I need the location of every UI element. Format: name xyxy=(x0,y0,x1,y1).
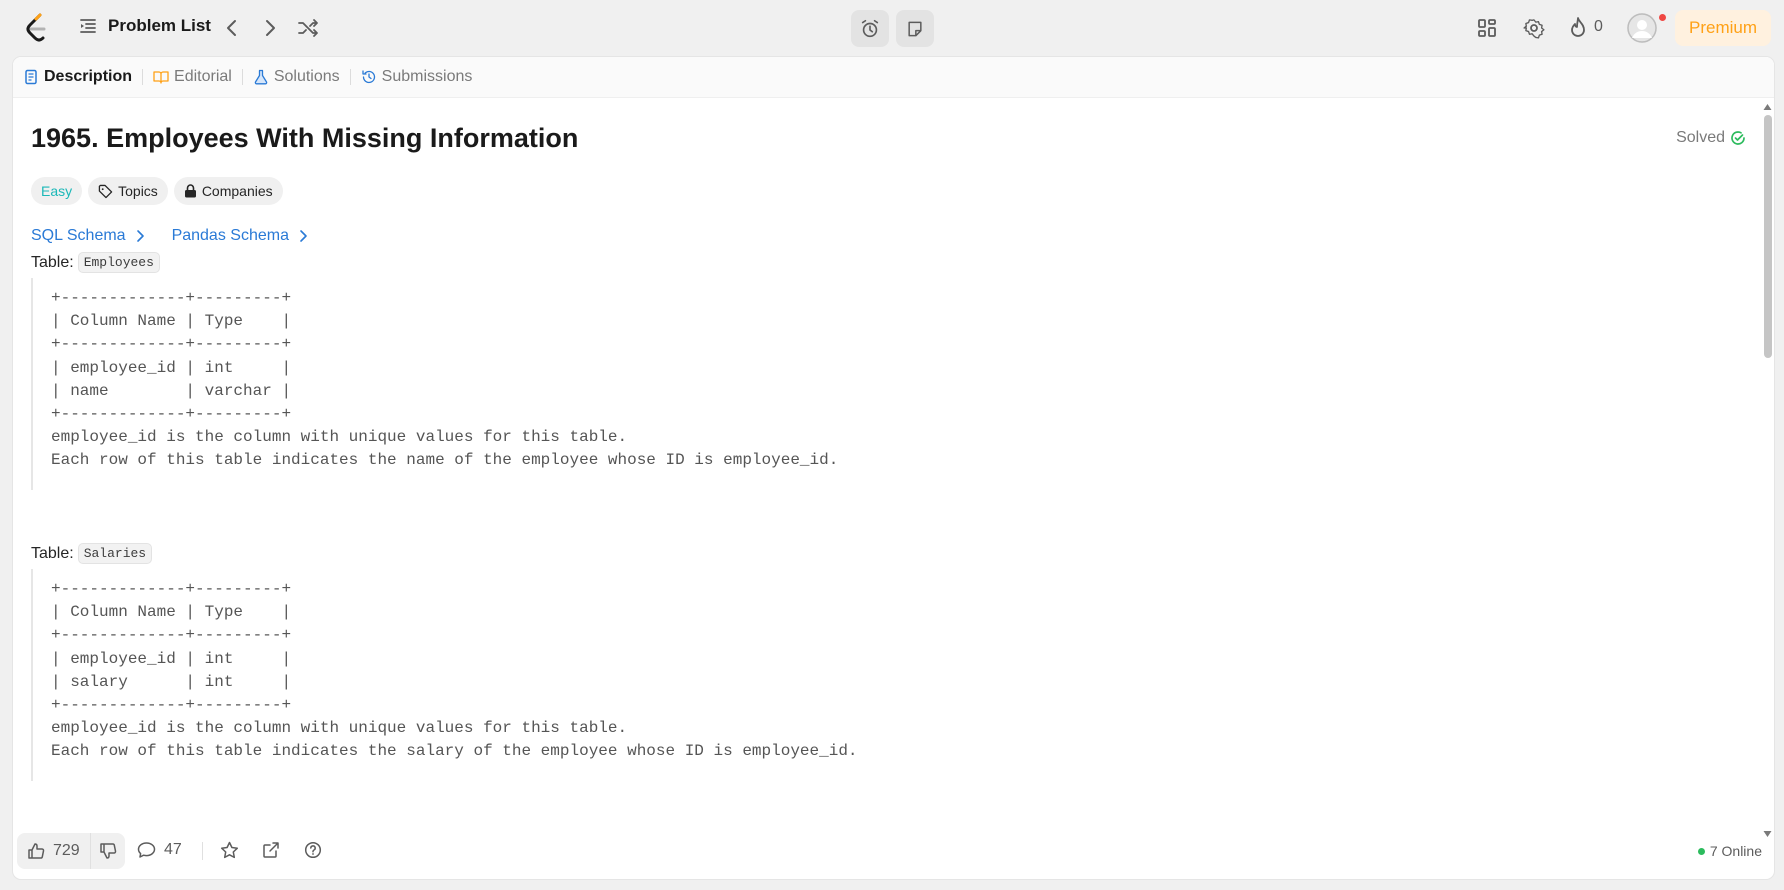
problem-list-label: Problem List xyxy=(108,16,211,35)
thumbs-down-icon xyxy=(99,843,116,859)
top-navbar: Problem List 0 Premium xyxy=(0,0,1784,56)
scrollbar[interactable] xyxy=(1763,103,1772,838)
tab-label: Description xyxy=(44,68,133,85)
schema-links: SQL Schema Pandas Schema xyxy=(31,227,309,245)
premium-button[interactable]: Premium xyxy=(1675,10,1771,46)
comments-button[interactable]: 47 xyxy=(137,841,182,859)
lock-icon xyxy=(184,184,196,198)
tab-editorial[interactable]: Editorial xyxy=(143,57,242,97)
alarm-clock-icon xyxy=(861,19,879,37)
problem-list-button[interactable]: Problem List xyxy=(78,16,211,36)
grid-layout-icon xyxy=(1478,19,1496,37)
leetcode-logo-icon[interactable] xyxy=(22,12,52,44)
note-icon xyxy=(908,21,922,36)
flask-icon xyxy=(254,69,268,85)
streak-count: 0 xyxy=(1594,18,1603,35)
table-label: Table: Salaries xyxy=(31,543,153,564)
topics-button[interactable]: Topics xyxy=(88,177,168,205)
sql-schema-link[interactable]: SQL Schema xyxy=(31,227,146,245)
notification-dot xyxy=(1659,14,1666,21)
pandas-schema-label: Pandas Schema xyxy=(171,227,289,244)
book-open-icon xyxy=(153,71,169,84)
chevron-left-icon xyxy=(227,20,236,36)
online-dot xyxy=(1697,847,1705,855)
tab-label: Submissions xyxy=(381,68,473,85)
problem-content: 1965. Employees With Missing Information… xyxy=(31,97,1746,823)
online-count: 7 Online xyxy=(1709,843,1762,859)
document-icon xyxy=(25,69,37,85)
fire-icon xyxy=(1571,17,1585,37)
next-problem-button[interactable] xyxy=(258,16,282,40)
share-button[interactable] xyxy=(262,841,280,859)
footer-divider xyxy=(202,842,203,860)
comment-count: 47 xyxy=(164,841,182,858)
panel-tabs: Description Editorial Solutions Submissi… xyxy=(13,57,1774,98)
chevron-right-icon xyxy=(266,20,275,36)
table-name-code: Salaries xyxy=(77,543,153,564)
pandas-schema-link[interactable]: Pandas Schema xyxy=(172,227,309,245)
streak-counter[interactable]: 0 xyxy=(1568,16,1603,38)
tab-label: Solutions xyxy=(273,68,340,85)
like-button[interactable]: 729 xyxy=(17,833,90,869)
history-icon xyxy=(362,70,375,84)
page-title: 1965. Employees With Missing Information xyxy=(31,123,579,153)
online-indicator: 7 Online xyxy=(1697,843,1762,859)
sql-schema-label: SQL Schema xyxy=(31,227,126,244)
list-icon xyxy=(80,19,96,33)
comment-icon xyxy=(137,842,156,858)
user-avatar-icon xyxy=(1627,13,1657,43)
scroll-thumb[interactable] xyxy=(1764,115,1772,358)
star-icon xyxy=(220,841,239,859)
panel-footer: 729 47 7 Online xyxy=(13,823,1774,879)
scroll-up-arrow-icon xyxy=(1763,104,1772,110)
tab-description[interactable]: Description xyxy=(13,57,142,97)
table-name-code: Employees xyxy=(77,252,160,273)
check-circle-icon xyxy=(1731,131,1745,145)
chevron-right-icon xyxy=(300,230,307,242)
tag-icon xyxy=(98,184,113,198)
prev-problem-button[interactable] xyxy=(220,16,244,40)
solved-status: Solved xyxy=(1676,129,1746,147)
tab-submissions[interactable]: Submissions xyxy=(351,57,483,97)
table-label: Table: Employees xyxy=(31,252,160,273)
description-panel: Description Editorial Solutions Submissi… xyxy=(12,56,1775,880)
topics-label: Topics xyxy=(118,183,158,199)
table-prefix: Table: xyxy=(31,253,74,271)
help-button[interactable] xyxy=(304,841,322,859)
difficulty-badge[interactable]: Easy xyxy=(31,177,83,205)
dislike-button[interactable] xyxy=(89,833,125,869)
status-label: Solved xyxy=(1676,129,1725,146)
like-count: 729 xyxy=(53,842,80,859)
companies-button[interactable]: Companies xyxy=(173,177,283,205)
vote-group: 729 xyxy=(17,833,125,869)
layout-button[interactable] xyxy=(1475,16,1499,40)
timer-button[interactable] xyxy=(851,10,889,47)
tag-row: Easy Topics Companies xyxy=(31,177,283,205)
table-schema-block: +-------------+---------+ | Column Name … xyxy=(31,278,951,490)
tab-label: Editorial xyxy=(174,68,232,85)
table-prefix: Table: xyxy=(31,544,74,562)
shuffle-icon xyxy=(298,19,318,37)
tab-solutions[interactable]: Solutions xyxy=(243,57,350,97)
thumbs-up-icon xyxy=(28,843,45,859)
gear-icon xyxy=(1523,19,1545,39)
chevron-right-icon xyxy=(136,230,144,242)
settings-button[interactable] xyxy=(1522,16,1546,40)
favorite-button[interactable] xyxy=(220,841,239,859)
table-schema-block: +-------------+---------+ | Column Name … xyxy=(31,569,951,781)
external-link-icon xyxy=(263,842,279,858)
notes-button[interactable] xyxy=(896,10,934,47)
question-circle-icon xyxy=(304,841,322,859)
companies-label: Companies xyxy=(201,183,273,199)
random-problem-button[interactable] xyxy=(296,16,320,40)
avatar[interactable] xyxy=(1627,13,1657,43)
